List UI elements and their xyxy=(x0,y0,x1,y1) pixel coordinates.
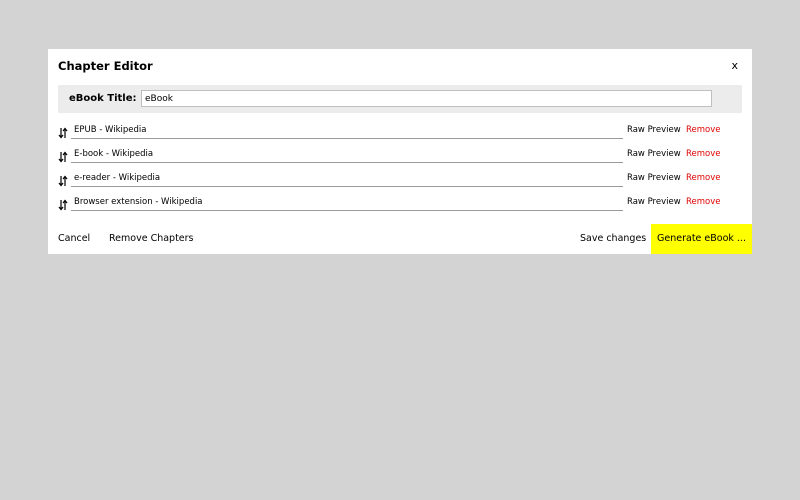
ebook-title-bar: eBook Title: xyxy=(58,85,742,113)
chapter-row: Raw Preview Remove xyxy=(58,169,742,193)
drag-handle-icon[interactable] xyxy=(58,196,68,211)
drag-handle-icon[interactable] xyxy=(58,148,68,163)
dialog-title: Chapter Editor xyxy=(58,59,153,73)
chapter-editor-dialog: Chapter Editor x eBook Title: Raw Previe… xyxy=(48,49,752,254)
chapter-row: Raw Preview Remove xyxy=(58,145,742,169)
chapter-title-input[interactable] xyxy=(71,170,623,187)
drag-handle-icon[interactable] xyxy=(58,124,68,139)
raw-preview-link[interactable]: Raw Preview xyxy=(627,125,681,135)
save-changes-button[interactable]: Save changes xyxy=(580,224,646,254)
drag-handle-icon[interactable] xyxy=(58,172,68,187)
remove-chapter-link[interactable]: Remove xyxy=(686,173,721,183)
raw-preview-link[interactable]: Raw Preview xyxy=(627,149,681,159)
ebook-title-label: eBook Title: xyxy=(69,93,137,104)
cancel-button[interactable]: Cancel xyxy=(58,224,90,254)
remove-chapter-link[interactable]: Remove xyxy=(686,197,721,207)
close-button[interactable]: x xyxy=(731,59,738,72)
remove-chapter-link[interactable]: Remove xyxy=(686,149,721,159)
chapter-list: Raw Preview Remove Raw Preview Remove xyxy=(58,121,742,217)
remove-chapters-button[interactable]: Remove Chapters xyxy=(109,224,194,254)
chapter-title-input[interactable] xyxy=(71,122,623,139)
chapter-title-input[interactable] xyxy=(71,146,623,163)
remove-chapter-link[interactable]: Remove xyxy=(686,125,721,135)
chapter-title-input[interactable] xyxy=(71,194,623,211)
generate-ebook-button[interactable]: Generate eBook ... xyxy=(651,224,752,254)
ebook-title-input[interactable] xyxy=(141,90,712,107)
dialog-header: Chapter Editor x xyxy=(48,49,752,85)
raw-preview-link[interactable]: Raw Preview xyxy=(627,197,681,207)
chapter-row: Raw Preview Remove xyxy=(58,193,742,217)
chapter-row: Raw Preview Remove xyxy=(58,121,742,145)
raw-preview-link[interactable]: Raw Preview xyxy=(627,173,681,183)
dialog-footer: Cancel Remove Chapters Save changes Gene… xyxy=(48,224,752,254)
